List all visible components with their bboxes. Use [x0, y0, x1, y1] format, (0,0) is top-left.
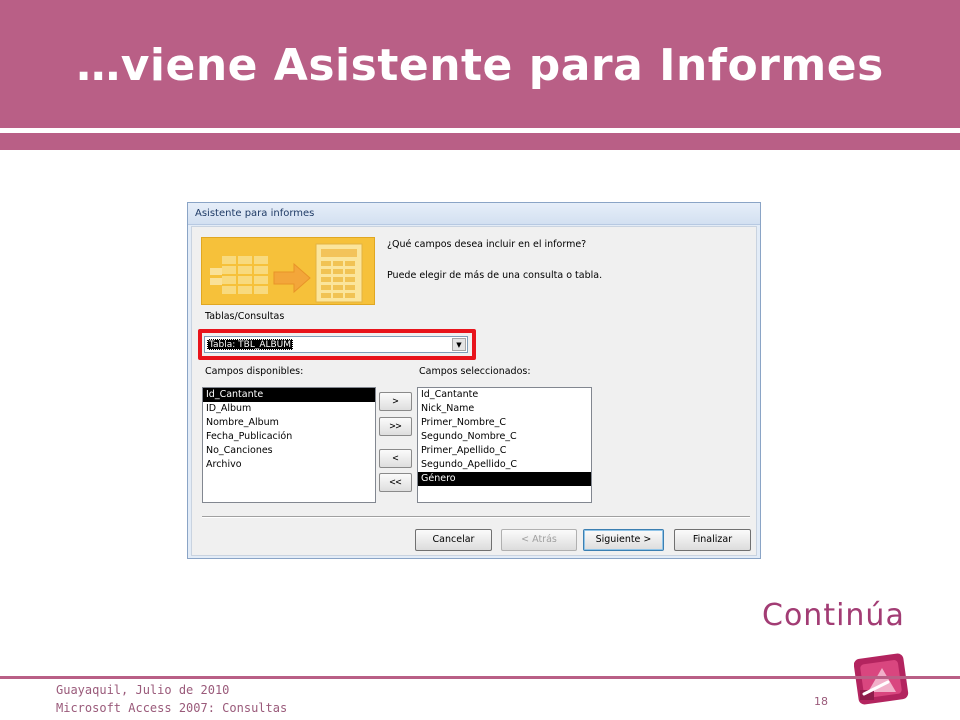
- tables-label: Tablas/Consultas: [205, 311, 285, 322]
- report-wizard-icon: [202, 238, 374, 304]
- list-item[interactable]: Id_Cantante: [203, 388, 375, 402]
- continue-label: Continúa: [762, 598, 905, 633]
- list-item[interactable]: Primer_Nombre_C: [418, 416, 591, 430]
- highlight-annotation: [198, 329, 476, 360]
- list-item[interactable]: Nick_Name: [418, 402, 591, 416]
- finish-button[interactable]: Finalizar: [674, 529, 751, 551]
- dialog-title: Asistente para informes: [195, 208, 315, 219]
- remove-field-button[interactable]: <: [379, 449, 412, 468]
- footer-rule: [0, 676, 960, 679]
- list-item[interactable]: Nombre_Album: [203, 416, 375, 430]
- wizard-question: ¿Qué campos desea incluir en el informe?: [387, 239, 587, 250]
- footer-location-date: Guayaquil, Julio de 2010: [56, 683, 230, 697]
- list-item[interactable]: Fecha_Publicación: [203, 430, 375, 444]
- dialog-body: ¿Qué campos desea incluir en el informe?…: [191, 226, 757, 556]
- list-item[interactable]: Archivo: [203, 458, 375, 472]
- list-item[interactable]: Segundo_Apellido_C: [418, 458, 591, 472]
- page-number: 18: [814, 695, 828, 708]
- selected-fields-label: Campos seleccionados:: [419, 366, 531, 377]
- cancel-button[interactable]: Cancelar: [415, 529, 492, 551]
- list-item[interactable]: Id_Cantante: [418, 388, 591, 402]
- list-item[interactable]: No_Canciones: [203, 444, 375, 458]
- list-item[interactable]: Género: [418, 472, 591, 486]
- report-wizard-dialog: Asistente para informes ¿Qué campos dese…: [187, 202, 761, 559]
- wizard-hint: Puede elegir de más de una consulta o ta…: [387, 270, 603, 281]
- add-field-button[interactable]: >: [379, 392, 412, 411]
- dialog-titlebar: Asistente para informes: [188, 203, 760, 225]
- available-fields-list[interactable]: Id_Cantante ID_Album Nombre_Album Fecha_…: [202, 387, 376, 503]
- next-button[interactable]: Siguiente >: [583, 529, 664, 551]
- slide-title: …viene Asistente para Informes: [76, 40, 884, 91]
- list-item[interactable]: Segundo_Nombre_C: [418, 430, 591, 444]
- list-item[interactable]: Primer_Apellido_C: [418, 444, 591, 458]
- selected-fields-list[interactable]: Id_Cantante Nick_Name Primer_Nombre_C Se…: [417, 387, 592, 503]
- available-fields-label: Campos disponibles:: [205, 366, 304, 377]
- list-item[interactable]: ID_Album: [203, 402, 375, 416]
- wizard-illustration: [201, 237, 375, 305]
- back-button[interactable]: < Atrás: [501, 529, 577, 551]
- add-all-fields-button[interactable]: >>: [379, 417, 412, 436]
- header-rule: [0, 133, 960, 150]
- dialog-separator: [202, 516, 750, 518]
- footer-course: Microsoft Access 2007: Consultas: [56, 701, 288, 715]
- access-logo-icon: [854, 653, 909, 705]
- remove-all-fields-button[interactable]: <<: [379, 473, 412, 492]
